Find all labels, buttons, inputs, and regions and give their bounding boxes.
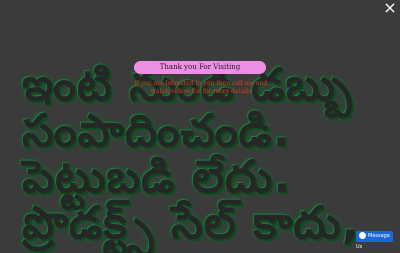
thanks-banner: Thank you For Visiting [134,61,266,74]
message-us-button[interactable]: Message Us [356,231,393,250]
popup-message: if you are Intrested to join then call m… [134,80,268,95]
close-icon[interactable]: × [380,0,400,18]
messenger-icon [359,232,366,239]
